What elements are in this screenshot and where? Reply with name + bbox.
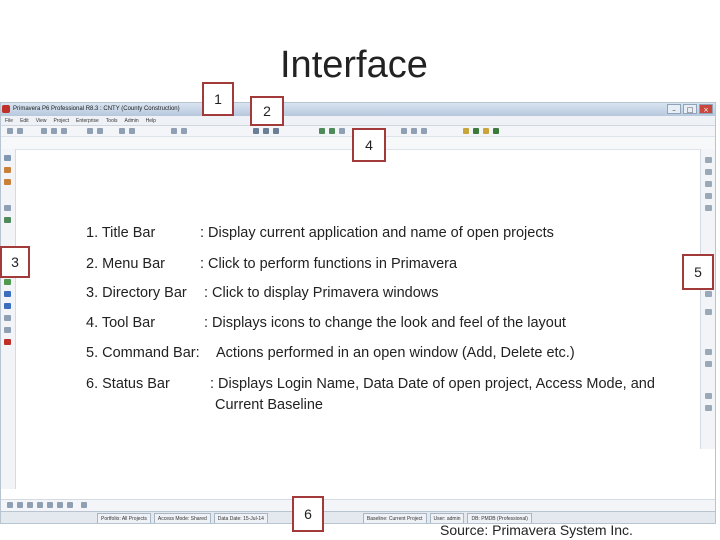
toolbar-icon[interactable] (339, 128, 345, 134)
tracking-icon[interactable] (4, 217, 11, 223)
command-bar (700, 149, 715, 449)
menu-item-view[interactable]: View (36, 116, 47, 125)
apply-actuals-icon[interactable] (705, 393, 712, 399)
level-icon[interactable] (705, 291, 712, 297)
toolbar-icon[interactable] (7, 128, 13, 134)
callout-3: 3 (0, 246, 30, 278)
primavera-window-screenshot: Primavera P6 Professional R8.3 : CNTY (C… (0, 102, 716, 524)
callout-2: 2 (250, 96, 284, 126)
update-progress-icon[interactable] (705, 405, 712, 411)
legend-directory-bar-term: 3. Directory Bar (86, 285, 187, 301)
schedule-icon[interactable] (705, 309, 712, 315)
toolbar-icon[interactable] (81, 502, 87, 508)
resources-icon[interactable] (4, 205, 11, 211)
legend-directory-bar-desc: : Click to display Primavera windows (204, 285, 439, 301)
toolbar-icon[interactable] (493, 128, 499, 134)
toolbar-icon[interactable] (129, 128, 135, 134)
primavera-app-icon (2, 105, 10, 113)
minimize-button[interactable]: – (667, 104, 681, 114)
status-access-mode: Access Mode: Shared (153, 513, 211, 523)
toolbar-icon[interactable] (67, 502, 73, 508)
toolbar-icon[interactable] (273, 128, 279, 134)
toolbar-icon[interactable] (463, 128, 469, 134)
thresholds-icon[interactable] (4, 327, 11, 333)
legend-status-bar-term: 6. Status Bar (86, 376, 170, 392)
toolbar-icon[interactable] (27, 502, 33, 508)
legend-command-bar-desc: Actions performed in an open window (Add… (216, 345, 575, 361)
toolbar-icon[interactable] (263, 128, 269, 134)
legend-tool-bar-desc: : Displays icons to change the look and … (204, 315, 566, 331)
toolbar-icon[interactable] (473, 128, 479, 134)
wbs-icon[interactable] (4, 167, 11, 173)
project-issues-icon[interactable] (4, 339, 11, 345)
maximize-button[interactable]: □ (683, 104, 697, 114)
toolbar-icon[interactable] (51, 128, 57, 134)
status-baseline: Baseline: Current Project (362, 513, 427, 523)
documents-icon[interactable] (4, 303, 11, 309)
toolbar-icon[interactable] (87, 128, 93, 134)
toolbar-icon[interactable] (47, 502, 53, 508)
toolbar-icon[interactable] (37, 502, 43, 508)
toolbar-icon[interactable] (181, 128, 187, 134)
callout-5: 5 (682, 254, 714, 290)
status-portfolio: Portfolio: All Projects (97, 513, 151, 523)
callout-6: 6 (292, 496, 324, 532)
legend-tool-bar-term: 4. Tool Bar (86, 315, 156, 331)
menu-item-admin[interactable]: Admin (124, 116, 138, 125)
store-period-icon[interactable] (705, 361, 712, 367)
menu-item-project[interactable]: Project (53, 116, 69, 125)
toolbar-icon[interactable] (57, 502, 63, 508)
toolbar-icon[interactable] (401, 128, 407, 134)
window-controls: – □ × (667, 104, 713, 114)
issues-icon[interactable] (4, 279, 11, 285)
toolbar-icon[interactable] (421, 128, 427, 134)
projects-icon[interactable] (4, 155, 11, 161)
menu-item-help[interactable]: Help (146, 116, 156, 125)
toolbar-icon[interactable] (319, 128, 325, 134)
source-credit: Source: Primavera System Inc. (440, 522, 633, 538)
menu-item-edit[interactable]: Edit (20, 116, 29, 125)
slide-title: Interface (280, 44, 428, 86)
toolbar-icon[interactable] (17, 502, 23, 508)
legend-menu-bar-term: 2. Menu Bar (86, 256, 165, 272)
toolbar-icon[interactable] (411, 128, 417, 134)
window-title-text: Primavera P6 Professional R8.3 : CNTY (C… (13, 106, 180, 112)
cut-icon[interactable] (705, 181, 712, 187)
toolbar-icon[interactable] (171, 128, 177, 134)
reports-icon[interactable] (4, 315, 11, 321)
legend-status-bar-desc: : Displays Login Name, Data Date of open… (210, 376, 655, 392)
legend-command-bar-term: 5. Command Bar: (86, 345, 200, 361)
legend-title-bar-desc: : Display current application and name o… (200, 225, 554, 241)
risks-icon[interactable] (4, 291, 11, 297)
activities-icon[interactable] (4, 179, 11, 185)
legend-status-bar-desc-cont: Current Baseline (215, 397, 323, 413)
close-button[interactable]: × (699, 104, 713, 114)
add-icon[interactable] (705, 157, 712, 163)
delete-icon[interactable] (705, 169, 712, 175)
callout-1: 1 (202, 82, 234, 116)
directory-bar (1, 149, 16, 489)
menu-item-tools[interactable]: Tools (106, 116, 118, 125)
toolbar-icon[interactable] (483, 128, 489, 134)
menu-item-enterprise[interactable]: Enterprise (76, 116, 99, 125)
toolbar-icon[interactable] (61, 128, 67, 134)
toolbar-icon[interactable] (97, 128, 103, 134)
paste-icon[interactable] (705, 205, 712, 211)
toolbar-icon[interactable] (41, 128, 47, 134)
legend-menu-bar-desc: : Click to perform functions in Primaver… (200, 256, 458, 272)
toolbar-icon[interactable] (253, 128, 259, 134)
menu-bar: File Edit View Project Enterprise Tools … (1, 116, 715, 126)
callout-4: 4 (352, 128, 386, 162)
status-data-date: Data Date: 15-Jul-14 (213, 513, 268, 523)
copy-icon[interactable] (705, 193, 712, 199)
toolbar-icon[interactable] (7, 502, 13, 508)
toolbar-icon[interactable] (17, 128, 23, 134)
title-bar: Primavera P6 Professional R8.3 : CNTY (C… (1, 103, 715, 116)
toolbar-icon[interactable] (329, 128, 335, 134)
toolbar-icon[interactable] (119, 128, 125, 134)
legend-title-bar-term: 1. Title Bar (86, 225, 156, 241)
bottom-toolbar (1, 499, 715, 511)
summarize-icon[interactable] (705, 349, 712, 355)
menu-item-file[interactable]: File (5, 116, 13, 125)
